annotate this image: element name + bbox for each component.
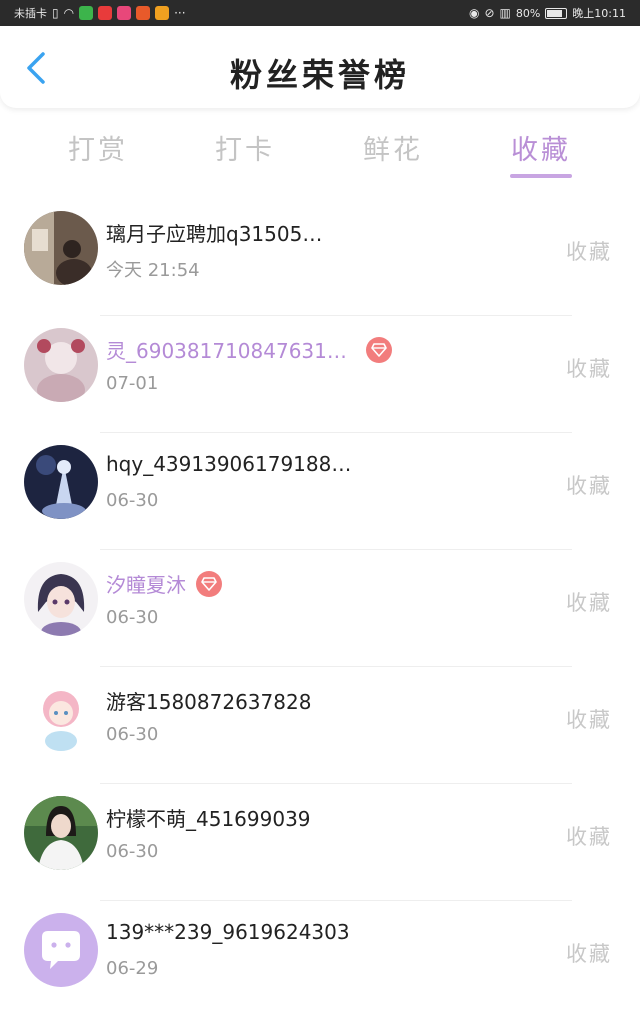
fan-name[interactable]: hqy_4391390617918848	[106, 452, 356, 476]
default-avatar-icon	[24, 913, 98, 987]
name-line: hqy_4391390617918848	[106, 452, 356, 476]
divider	[100, 315, 572, 316]
tab-checkin[interactable]: 打卡	[185, 128, 305, 167]
app-icon-5	[155, 6, 170, 20]
battery-fill	[547, 9, 562, 17]
fan-date: 06-30	[106, 607, 159, 628]
gift-type-label: 收藏	[566, 942, 612, 966]
avatar[interactable]	[24, 679, 98, 753]
fan-name[interactable]: 灵_6903817108476314​69	[106, 335, 356, 364]
avatar[interactable]	[24, 913, 98, 987]
avatar[interactable]	[24, 445, 98, 519]
avatar-image	[24, 328, 98, 402]
avatar[interactable]	[24, 796, 98, 870]
gift-type-label: 收藏	[566, 708, 612, 732]
gift-type-label: 收藏	[566, 825, 612, 849]
fan-list: 璃月子应聘加q31505… 今天 21:54 收藏 灵_690381710847…	[0, 198, 640, 1017]
name-line: 璃月子应聘加q31505…	[106, 218, 322, 247]
gift-type-label: 收藏	[566, 240, 612, 264]
list-item[interactable]: hqy_4391390617918848 06-30 收藏	[0, 432, 640, 549]
tab-favorites[interactable]: 收藏	[481, 128, 601, 167]
avatar-image	[24, 445, 98, 519]
app-icon-1	[79, 6, 94, 20]
status-bar-left: 未插卡 ▯ ◠ ···	[14, 5, 186, 21]
battery-percent: 80%	[515, 6, 541, 20]
active-tab-indicator	[510, 174, 572, 178]
diamond-badge-icon	[196, 570, 222, 597]
avatar-image	[24, 679, 98, 753]
fan-date: 06-30	[106, 724, 159, 745]
list-item[interactable]: 139***239_9619624303 06-29 收藏	[0, 900, 640, 1017]
sim-icon: ▯	[52, 6, 59, 20]
avatar-image	[24, 796, 98, 870]
gift-type-label: 收藏	[566, 591, 612, 615]
app-icon-2	[98, 6, 113, 20]
tab-flowers[interactable]: 鲜花	[333, 128, 453, 167]
avatar[interactable]	[24, 562, 98, 636]
list-item[interactable]: 璃月子应聘加q31505… 今天 21:54 收藏	[0, 198, 640, 315]
fan-name[interactable]: 汐瞳夏沐	[106, 569, 186, 598]
divider	[100, 666, 572, 667]
list-item[interactable]: 游客1580872637828 06-30 收藏	[0, 666, 640, 783]
more-notifications-icon: ···	[174, 6, 186, 20]
divider	[100, 783, 572, 784]
fan-name[interactable]: 139***239_9619624303	[106, 920, 350, 944]
alarm-off-icon: ⊘	[484, 6, 495, 20]
avatar-image	[24, 562, 98, 636]
fan-name[interactable]: 璃月子应聘加q31505…	[106, 218, 322, 247]
status-bar: 未插卡 ▯ ◠ ··· ◉ ⊘ ▥ 80% 晚上10:11	[0, 0, 640, 26]
fan-name[interactable]: 柠檬不萌_451699039	[106, 803, 311, 832]
name-line: 139***239_9619624303	[106, 920, 350, 944]
fan-date: 今天 21:54	[106, 260, 200, 281]
list-item[interactable]: 柠檬不萌_451699039 06-30 收藏	[0, 783, 640, 900]
battery-icon	[545, 7, 568, 19]
app-icon-4	[136, 6, 151, 20]
name-line: 汐瞳夏沐	[106, 569, 222, 598]
fan-date: 06-29	[106, 958, 159, 979]
fan-date: 06-30	[106, 841, 159, 862]
name-line: 游客1580872637828	[106, 686, 311, 715]
app-icon-3	[117, 6, 132, 20]
tab-reward[interactable]: 打赏	[38, 128, 158, 167]
avatar[interactable]	[24, 211, 98, 285]
divider	[100, 432, 572, 433]
wifi-icon: ◠	[63, 6, 75, 20]
name-line: 灵_6903817108476314​69	[106, 335, 392, 364]
gift-type-label: 收藏	[566, 474, 612, 498]
eye-icon: ◉	[468, 6, 480, 20]
name-line: 柠檬不萌_451699039	[106, 803, 311, 832]
diamond-badge-icon	[366, 336, 392, 363]
fan-date: 07-01	[106, 373, 159, 394]
divider	[100, 900, 572, 901]
clock: 晚上10:11	[572, 7, 626, 20]
list-item[interactable]: 灵_6903817108476314​69 07-01 收藏	[0, 315, 640, 432]
avatar-image	[24, 211, 98, 285]
status-bar-right: ◉ ⊘ ▥ 80% 晚上10:11	[469, 5, 626, 21]
gift-type-label: 收藏	[566, 357, 612, 381]
carrier-label: 未插卡	[14, 7, 47, 20]
fan-date: 06-30	[106, 490, 159, 511]
vibrate-icon: ▥	[499, 6, 511, 20]
page-title: 粉丝荣誉榜	[229, 56, 410, 94]
fan-name[interactable]: 游客1580872637828	[106, 686, 311, 715]
list-item[interactable]: 汐瞳夏沐 06-30 收藏	[0, 549, 640, 666]
header-bar: 粉丝荣誉榜	[0, 26, 640, 108]
avatar[interactable]	[24, 328, 98, 402]
divider	[100, 549, 572, 550]
